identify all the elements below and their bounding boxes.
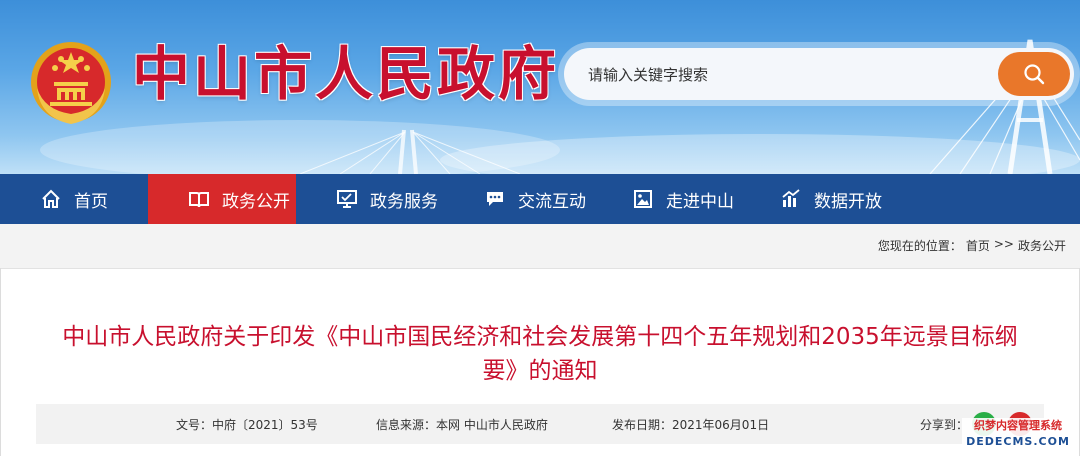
nav-item-label: 交流互动 (518, 191, 586, 212)
picture-icon (634, 190, 652, 208)
breadcrumb-bar: 您现在的位置： 首页 >> 政务公开 (0, 224, 1080, 269)
search-box (564, 48, 1074, 100)
nav-item-about-zhongshan[interactable]: 走进中山 (592, 174, 740, 224)
chat-icon (487, 192, 503, 206)
content-left-border (0, 268, 1, 456)
nav-item-label: 政务公开 (222, 191, 290, 212)
home-icon (42, 189, 60, 208)
watermark-line2: DEDECMS.COM (966, 435, 1070, 448)
info-source: 信息来源：本网 中山市人民政府 (376, 418, 548, 432)
main-nav: 首页 政务公开 政务服务 交流互动 走进中山 数据开放 (0, 174, 1080, 224)
nav-item-label: 首页 (74, 191, 108, 212)
share-label: 分享到： (920, 418, 969, 432)
watermark-line1: 织梦内容管理系统 (974, 419, 1062, 432)
book-icon (189, 192, 209, 208)
breadcrumb-home-link[interactable]: 首页 (966, 237, 990, 254)
doc-number: 文号：中府〔2021〕53号 (176, 418, 318, 432)
breadcrumb-current-link[interactable]: 政务公开 (1018, 237, 1066, 254)
search-icon (1024, 64, 1045, 85)
site-title[interactable]: 中山市人民政府 (132, 36, 559, 112)
breadcrumb: 您现在的位置： 首页 >> 政务公开 (878, 237, 1066, 254)
breadcrumb-separator: >> (993, 237, 1014, 251)
nav-item-services[interactable]: 政务服务 (296, 174, 444, 224)
nav-item-label: 政务服务 (370, 191, 438, 212)
nav-item-home[interactable]: 首页 (0, 174, 148, 224)
search-button[interactable] (998, 52, 1070, 96)
header-banner: 中山市人民政府 (0, 0, 1080, 174)
nav-item-government-affairs[interactable]: 政务公开 (148, 174, 296, 224)
nav-item-open-data[interactable]: 数据开放 (740, 174, 888, 224)
nav-item-label: 走进中山 (666, 191, 734, 212)
article-meta-bar: 文号：中府〔2021〕53号 信息来源：本网 中山市人民政府 发布日期：2021… (36, 404, 1044, 444)
watermark: 织梦内容管理系统 DEDECMS.COM (962, 418, 1074, 450)
bar-chart-icon (782, 189, 800, 207)
monitor-icon (337, 190, 357, 208)
article-title-line1: 中山市人民政府关于印发《中山市国民经济和社会发展第十四个五年规划和2035年远景… (62, 324, 1018, 350)
publish-date: 发布日期：2021年06月01日 (612, 418, 770, 432)
nav-item-label: 数据开放 (814, 191, 882, 212)
national-emblem-icon (31, 42, 111, 124)
search-input[interactable] (586, 60, 990, 90)
article-title-line2: 要》的通知 (482, 358, 598, 384)
article-title: 中山市人民政府关于印发《中山市国民经济和社会发展第十四个五年规划和2035年远景… (50, 320, 1030, 388)
breadcrumb-prefix: 您现在的位置： (877, 239, 962, 253)
nav-item-interaction[interactable]: 交流互动 (444, 174, 592, 224)
